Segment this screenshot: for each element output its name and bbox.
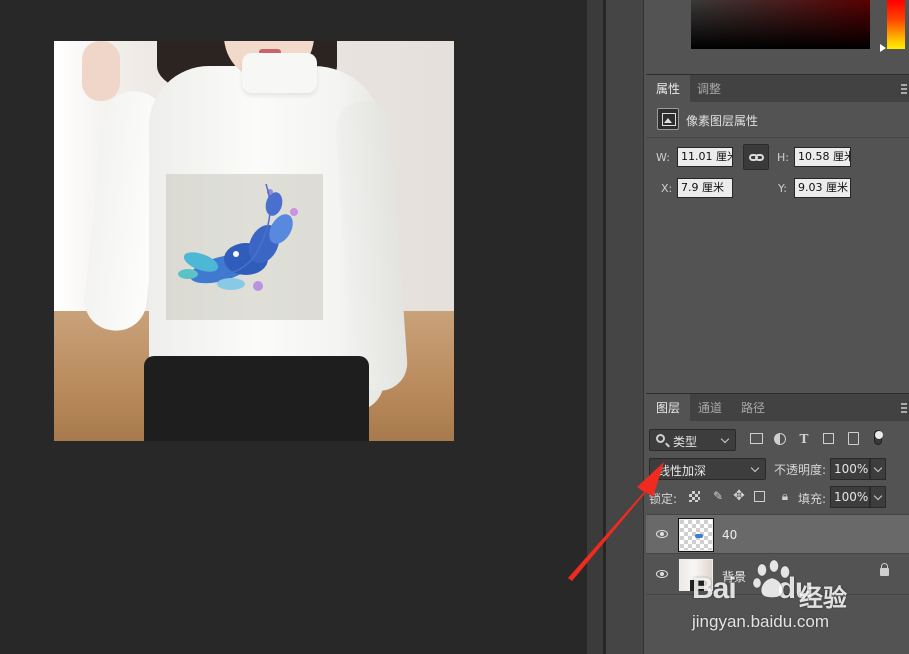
hue-slider-marker[interactable] — [880, 44, 886, 52]
chevron-down-icon — [750, 463, 760, 473]
properties-panel-header: 属性 调整 — [646, 74, 909, 103]
tab-adjustments[interactable]: 调整 — [687, 75, 731, 103]
color-field[interactable] — [691, 0, 870, 49]
y-position-field[interactable]: 9.03 厘米 — [794, 178, 851, 198]
photo-collar — [242, 53, 317, 93]
flower-artwork — [178, 183, 298, 291]
height-label: H: — [777, 151, 789, 164]
filter-toggle-icon[interactable] — [874, 430, 883, 445]
eye-icon[interactable] — [656, 530, 668, 538]
layers-panel-body: 类型 T 线性加深 不透明度: 100% 锁定: ✎ ✥ 🔒︎ 填充: 100%… — [646, 421, 909, 654]
layer-row[interactable]: 背景 — [646, 555, 909, 595]
fill-label: 填充: — [798, 492, 827, 506]
chevron-down-icon — [873, 491, 883, 501]
blend-mode-value: 线性加深 — [658, 464, 707, 478]
fill-dropdown[interactable] — [870, 486, 886, 508]
layer-thumbnail — [678, 518, 714, 552]
filter-shape-layers-icon[interactable] — [823, 433, 834, 444]
opacity-dropdown[interactable] — [870, 458, 886, 480]
layer-thumbnail — [679, 559, 713, 591]
filter-adjustment-layers-icon[interactable] — [774, 433, 786, 445]
collapsed-panel-strip — [606, 0, 644, 654]
panel-menu-icon[interactable] — [901, 84, 907, 94]
layer-filter-label: 类型 — [673, 435, 698, 449]
brush-icon[interactable]: ✎ — [711, 489, 725, 503]
photo-hand — [82, 41, 120, 101]
lock-icon — [880, 563, 889, 576]
x-label: X: — [661, 182, 673, 195]
hue-slider[interactable] — [887, 0, 905, 49]
panel-menu-icon[interactable] — [901, 403, 907, 413]
properties-title: 像素图层属性 — [686, 114, 759, 128]
opacity-label: 不透明度: — [774, 463, 827, 477]
lock-icon[interactable]: 🔒︎ — [778, 489, 792, 503]
document-canvas[interactable] — [54, 41, 454, 441]
eye-icon[interactable] — [656, 570, 668, 578]
move-icon[interactable]: ✥ — [732, 489, 746, 503]
x-position-field[interactable]: 7.9 厘米 — [677, 178, 733, 198]
properties-title-row: 像素图层属性 — [646, 102, 909, 138]
opacity-field[interactable]: 100% — [830, 458, 870, 480]
filter-pixel-layers-icon[interactable] — [750, 433, 763, 444]
layer-row[interactable]: 40 — [646, 514, 909, 554]
canvas-area[interactable] — [0, 0, 587, 654]
layer-name[interactable]: 40 — [722, 528, 737, 542]
lock-transparency-icon[interactable] — [689, 491, 700, 502]
chevron-down-icon — [720, 434, 730, 444]
flower-print-layer[interactable] — [166, 174, 323, 320]
layers-panel-header: 图层 通道 路径 — [646, 393, 909, 422]
chevron-down-icon — [873, 463, 883, 473]
search-icon — [656, 434, 665, 443]
filter-type-layers-icon[interactable]: T — [796, 431, 812, 447]
pixel-layer-icon — [657, 108, 679, 130]
photo-pants — [144, 356, 369, 441]
layer-filter-select[interactable]: 类型 — [649, 429, 736, 451]
width-label: W: — [656, 151, 670, 164]
properties-panel-body: 像素图层属性 W: 11.01 厘米 H: 10.58 厘米 X: 7.9 厘米… — [646, 102, 909, 392]
tab-layers[interactable]: 图层 — [646, 394, 691, 422]
lock-label: 锁定: — [649, 492, 678, 506]
width-field[interactable]: 11.01 厘米 — [677, 147, 733, 167]
tab-channels[interactable]: 通道 — [688, 394, 732, 422]
layer-name[interactable]: 背景 — [722, 568, 746, 585]
height-field[interactable]: 10.58 厘米 — [794, 147, 851, 167]
fill-field[interactable]: 100% — [830, 486, 870, 508]
chain-link-icon[interactable] — [743, 144, 769, 170]
blend-mode-select[interactable]: 线性加深 — [649, 458, 766, 480]
tab-properties[interactable]: 属性 — [646, 75, 691, 103]
filter-smart-objects-icon[interactable] — [848, 432, 859, 445]
lock-artboard-icon[interactable] — [754, 491, 765, 502]
color-picker-panel — [646, 0, 909, 72]
tab-paths[interactable]: 路径 — [731, 394, 775, 422]
y-label: Y: — [778, 182, 787, 195]
